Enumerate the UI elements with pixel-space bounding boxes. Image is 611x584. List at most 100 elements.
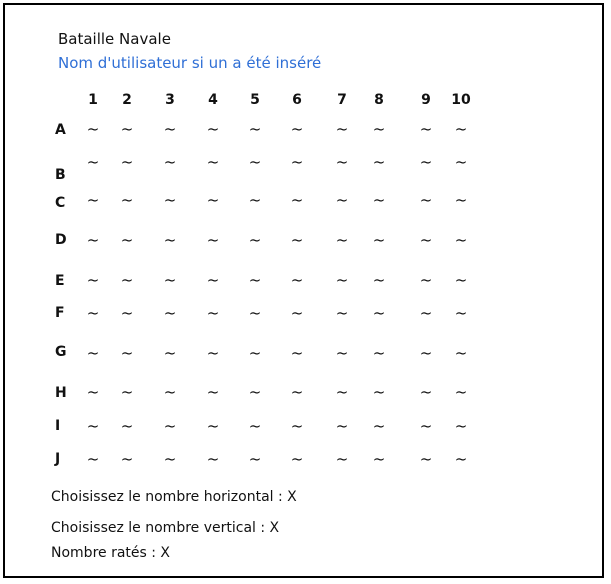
grid-cell[interactable]: ~ <box>249 191 262 209</box>
grid-cell[interactable]: ~ <box>207 120 220 138</box>
grid-cell[interactable]: ~ <box>164 344 177 362</box>
grid-cell[interactable]: ~ <box>291 450 304 468</box>
grid-cell[interactable]: ~ <box>336 304 349 322</box>
grid-cell[interactable]: ~ <box>207 231 220 249</box>
grid-cell[interactable]: ~ <box>164 153 177 171</box>
grid-cell[interactable]: ~ <box>121 120 134 138</box>
grid-cell[interactable]: ~ <box>249 271 262 289</box>
grid-cell[interactable]: ~ <box>420 231 433 249</box>
grid-cell[interactable]: ~ <box>121 231 134 249</box>
grid-cell[interactable]: ~ <box>87 271 100 289</box>
grid-cell[interactable]: ~ <box>249 231 262 249</box>
grid-cell[interactable]: ~ <box>249 450 262 468</box>
grid-cell[interactable]: ~ <box>121 344 134 362</box>
grid-cell[interactable]: ~ <box>87 231 100 249</box>
grid-cell[interactable]: ~ <box>455 191 468 209</box>
grid-cell[interactable]: ~ <box>207 383 220 401</box>
grid-cell[interactable]: ~ <box>336 191 349 209</box>
grid-cell[interactable]: ~ <box>455 120 468 138</box>
grid-cell[interactable]: ~ <box>87 383 100 401</box>
grid-cell[interactable]: ~ <box>420 344 433 362</box>
grid-cell[interactable]: ~ <box>455 383 468 401</box>
grid-cell[interactable]: ~ <box>336 450 349 468</box>
grid-cell[interactable]: ~ <box>420 153 433 171</box>
grid-cell[interactable]: ~ <box>249 153 262 171</box>
grid-cell[interactable]: ~ <box>87 153 100 171</box>
grid-cell[interactable]: ~ <box>291 383 304 401</box>
grid-cell[interactable]: ~ <box>455 304 468 322</box>
grid-cell[interactable]: ~ <box>336 344 349 362</box>
grid-cell[interactable]: ~ <box>291 304 304 322</box>
grid-cell[interactable]: ~ <box>207 450 220 468</box>
grid-cell[interactable]: ~ <box>373 120 386 138</box>
grid-cell[interactable]: ~ <box>373 231 386 249</box>
grid-cell[interactable]: ~ <box>291 120 304 138</box>
grid-cell[interactable]: ~ <box>121 304 134 322</box>
grid-cell[interactable]: ~ <box>420 304 433 322</box>
grid-cell[interactable]: ~ <box>207 417 220 435</box>
grid-cell[interactable]: ~ <box>455 271 468 289</box>
grid-cell[interactable]: ~ <box>121 383 134 401</box>
grid-cell[interactable]: ~ <box>207 153 220 171</box>
grid-cell[interactable]: ~ <box>249 304 262 322</box>
grid-cell[interactable]: ~ <box>207 191 220 209</box>
grid-cell[interactable]: ~ <box>87 120 100 138</box>
grid-cell[interactable]: ~ <box>291 231 304 249</box>
grid-cell[interactable]: ~ <box>291 153 304 171</box>
grid-cell[interactable]: ~ <box>373 417 386 435</box>
grid-cell[interactable]: ~ <box>373 271 386 289</box>
grid-cell[interactable]: ~ <box>291 417 304 435</box>
grid-cell[interactable]: ~ <box>207 271 220 289</box>
grid-cell[interactable]: ~ <box>455 417 468 435</box>
grid-cell[interactable]: ~ <box>249 417 262 435</box>
grid-cell[interactable]: ~ <box>336 231 349 249</box>
grid-cell[interactable]: ~ <box>87 344 100 362</box>
grid-cell[interactable]: ~ <box>121 450 134 468</box>
grid-cell[interactable]: ~ <box>373 383 386 401</box>
grid-cell[interactable]: ~ <box>121 153 134 171</box>
grid-cell[interactable]: ~ <box>291 191 304 209</box>
grid-cell[interactable]: ~ <box>455 450 468 468</box>
grid-cell[interactable]: ~ <box>336 383 349 401</box>
grid-cell[interactable]: ~ <box>249 344 262 362</box>
grid-cell[interactable]: ~ <box>164 271 177 289</box>
grid-cell[interactable]: ~ <box>455 231 468 249</box>
grid-cell[interactable]: ~ <box>121 271 134 289</box>
grid-cell[interactable]: ~ <box>336 417 349 435</box>
grid-cell[interactable]: ~ <box>420 271 433 289</box>
grid-cell[interactable]: ~ <box>455 153 468 171</box>
grid-cell[interactable]: ~ <box>121 191 134 209</box>
grid-cell[interactable]: ~ <box>420 191 433 209</box>
grid-cell[interactable]: ~ <box>164 120 177 138</box>
grid-cell[interactable]: ~ <box>164 383 177 401</box>
grid-cell[interactable]: ~ <box>87 417 100 435</box>
grid-cell[interactable]: ~ <box>373 153 386 171</box>
grid-cell[interactable]: ~ <box>420 120 433 138</box>
grid-cell[interactable]: ~ <box>336 153 349 171</box>
grid-cell[interactable]: ~ <box>373 344 386 362</box>
grid-cell[interactable]: ~ <box>164 450 177 468</box>
grid-cell[interactable]: ~ <box>207 304 220 322</box>
grid-cell[interactable]: ~ <box>207 344 220 362</box>
grid-cell[interactable]: ~ <box>373 191 386 209</box>
grid-cell[interactable]: ~ <box>164 231 177 249</box>
grid-cell[interactable]: ~ <box>87 191 100 209</box>
grid-cell[interactable]: ~ <box>249 120 262 138</box>
grid-cell[interactable]: ~ <box>87 450 100 468</box>
grid-cell[interactable]: ~ <box>249 383 262 401</box>
grid-cell[interactable]: ~ <box>373 450 386 468</box>
grid-cell[interactable]: ~ <box>121 417 134 435</box>
grid-cell[interactable]: ~ <box>420 417 433 435</box>
grid-cell[interactable]: ~ <box>373 304 386 322</box>
grid-cell[interactable]: ~ <box>455 344 468 362</box>
grid-cell[interactable]: ~ <box>336 271 349 289</box>
grid-cell[interactable]: ~ <box>164 191 177 209</box>
grid-cell[interactable]: ~ <box>420 383 433 401</box>
grid-cell[interactable]: ~ <box>336 120 349 138</box>
grid-cell[interactable]: ~ <box>420 450 433 468</box>
grid-cell[interactable]: ~ <box>164 417 177 435</box>
grid-cell[interactable]: ~ <box>87 304 100 322</box>
grid-cell[interactable]: ~ <box>291 344 304 362</box>
grid-cell[interactable]: ~ <box>291 271 304 289</box>
grid-cell[interactable]: ~ <box>164 304 177 322</box>
